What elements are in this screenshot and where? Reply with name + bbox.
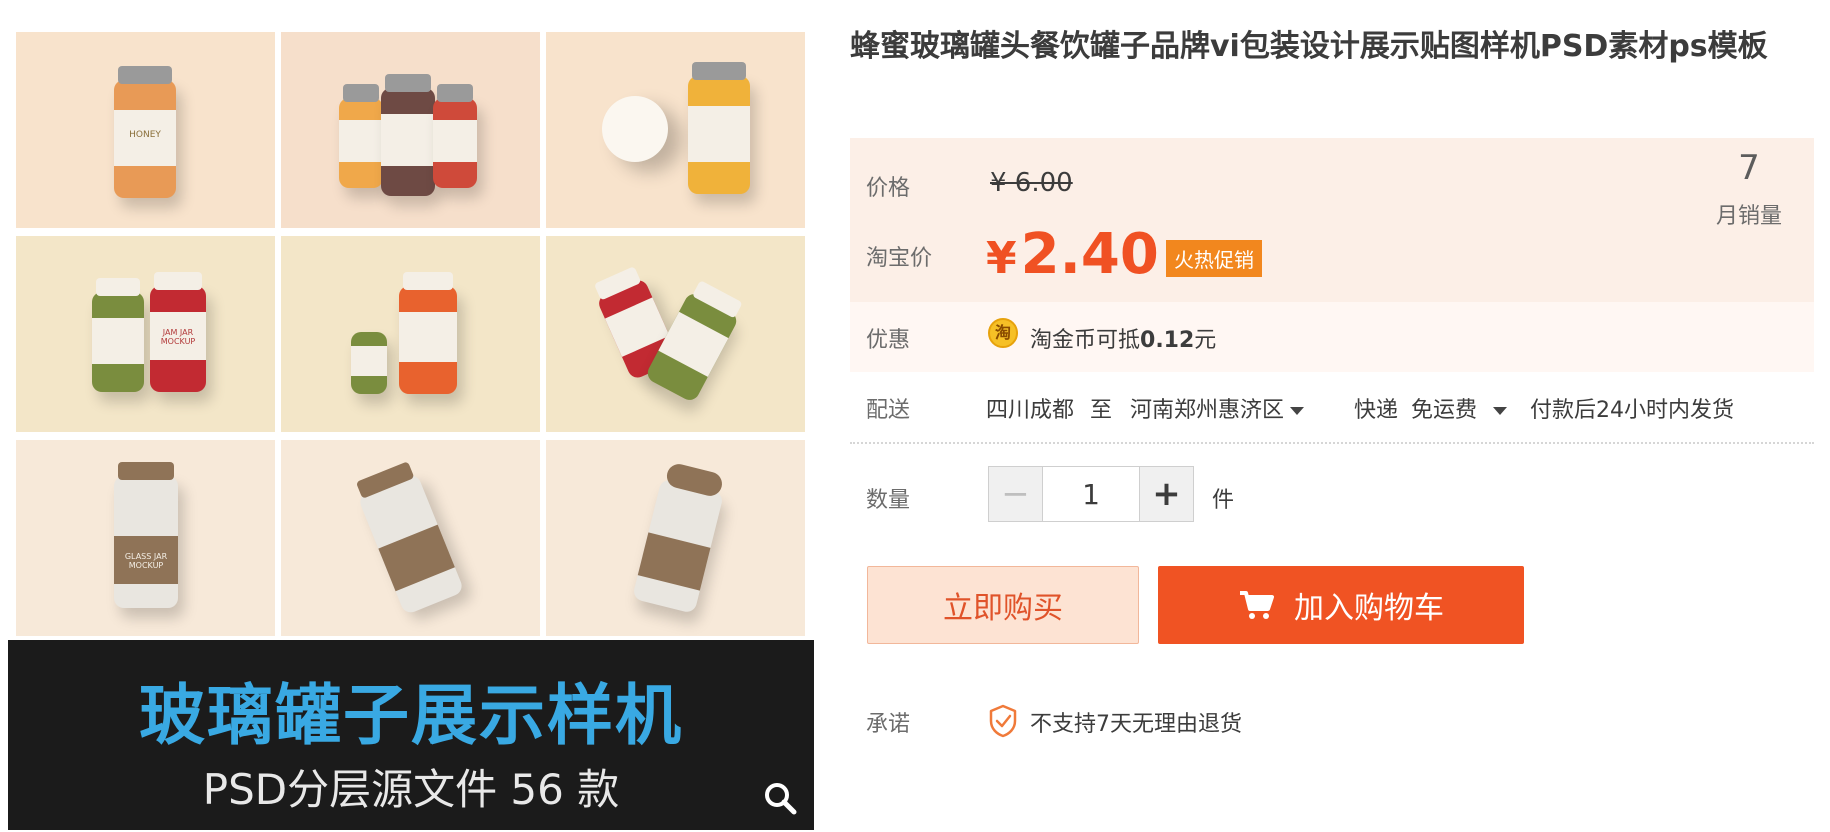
- quantity-unit: 件: [1212, 488, 1235, 513]
- destination-selector[interactable]: 河南郑州惠济区: [1130, 392, 1305, 424]
- divider: [850, 442, 1814, 444]
- ship-to-word: 至: [1090, 398, 1113, 423]
- quantity-label: 数量: [866, 488, 911, 513]
- chevron-down-icon: [1290, 407, 1305, 415]
- decrease-button[interactable]: −: [989, 467, 1043, 521]
- shipping-fee: 免运费: [1411, 398, 1478, 423]
- promo-text-prefix: 淘金币可抵: [1030, 328, 1141, 353]
- mockup-photo: [546, 440, 805, 636]
- mockup-photo: GLASS JAR MOCKUP: [16, 440, 275, 636]
- destination-text: 河南郑州惠济区: [1130, 398, 1285, 423]
- taobao-coin-icon: 淘: [988, 318, 1018, 348]
- promo-label: 优惠: [866, 328, 911, 353]
- caption-main: 玻璃罐子展示样机: [139, 677, 683, 754]
- add-to-cart-button[interactable]: 加入购物车: [1158, 566, 1524, 644]
- product-image[interactable]: HONEY JAM JAR MOCKUP GLASS JAR MOCKUP 玻璃…: [8, 24, 814, 830]
- add-to-cart-label: 加入购物车: [1294, 591, 1444, 626]
- promise-text: 不支持7天无理由退货: [1030, 712, 1242, 737]
- mockup-photo: [546, 32, 805, 228]
- product-title: 蜂蜜玻璃罐头餐饮罐子品牌vi包装设计展示贴图样机PSD素材ps模板: [850, 29, 1768, 64]
- caption-sub: PSD分层源文件 56 款: [202, 765, 620, 814]
- shipping-method-selector[interactable]: 快递 免运费: [1354, 392, 1508, 424]
- original-price: ¥ 6.00: [990, 168, 1073, 198]
- promo-amount: 0.12: [1140, 328, 1195, 353]
- promise-label: 承诺: [866, 712, 911, 737]
- currency-symbol: ¥: [986, 233, 1017, 284]
- dispatch-time: 付款后24小时内发货: [1530, 398, 1734, 423]
- shipping-label: 配送: [866, 398, 911, 423]
- taobao-price-label: 淘宝价: [866, 246, 933, 271]
- promo-text-suffix: 元: [1194, 328, 1217, 353]
- cart-icon: [1240, 591, 1274, 619]
- current-price: ¥2.40: [986, 222, 1159, 287]
- buy-now-button[interactable]: 立即购买: [867, 566, 1139, 644]
- monthly-sales-label: 月销量: [1715, 204, 1782, 229]
- chevron-down-icon: [1493, 407, 1508, 415]
- image-caption-band: 玻璃罐子展示样机 PSD分层源文件 56 款: [8, 640, 814, 830]
- shipping-method: 快递: [1354, 398, 1399, 423]
- mockup-photo: JAM JAR MOCKUP: [16, 236, 275, 432]
- shield-check-icon: [988, 704, 1018, 738]
- mockup-grid: HONEY JAM JAR MOCKUP GLASS JAR MOCKUP: [16, 32, 806, 640]
- monthly-sales-count: 7: [1738, 148, 1760, 188]
- zoom-icon[interactable]: [762, 780, 798, 816]
- increase-button[interactable]: +: [1139, 467, 1193, 521]
- quantity-input[interactable]: [1043, 467, 1139, 521]
- promotion-badge: 火热促销: [1166, 240, 1262, 277]
- mockup-photo: [281, 32, 540, 228]
- mockup-photo: [281, 440, 540, 636]
- price-label: 价格: [866, 176, 911, 201]
- mockup-photo: HONEY: [16, 32, 275, 228]
- price-value: 2.40: [1020, 222, 1159, 287]
- promo-text: 淘金币可抵0.12元: [1030, 322, 1216, 354]
- quantity-stepper: − +: [988, 466, 1194, 522]
- mockup-photo: [546, 236, 805, 432]
- ship-from: 四川成都: [986, 398, 1075, 423]
- mockup-photo: [281, 236, 540, 432]
